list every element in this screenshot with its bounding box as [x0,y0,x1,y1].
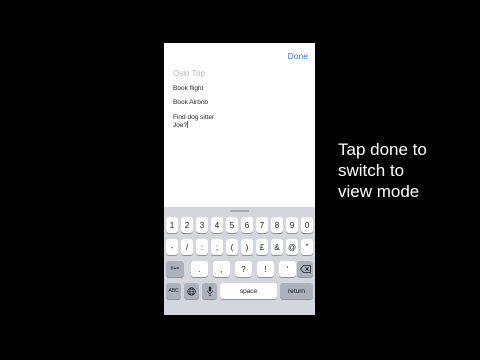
done-button[interactable]: Done [288,51,308,61]
caption-line-2: switch to [338,161,405,180]
notes-app-screen: Done Oslo Trip Book flight Book Airbnb F… [164,43,315,315]
key-hyphen[interactable]: - [166,239,178,255]
note-line-1[interactable]: Book flight [173,85,203,93]
delete-key[interactable] [297,261,313,277]
key-7[interactable]: 7 [256,217,268,233]
key-4[interactable]: 4 [211,217,223,233]
key-slash[interactable]: / [181,239,193,255]
instruction-caption: Tap done to switch to view mode [338,139,474,202]
keyboard-grabber [230,210,249,212]
dictation-key[interactable] [202,283,217,299]
key-0[interactable]: 0 [301,217,313,233]
navigation-bar: Done [164,43,315,67]
key-5[interactable]: 5 [226,217,238,233]
key-period[interactable]: . [191,261,208,277]
key-comma[interactable]: , [213,261,230,277]
key-exclamation[interactable]: ! [257,261,274,277]
key-at[interactable]: @ [286,239,298,255]
space-key[interactable]: space [220,283,277,299]
key-9[interactable]: 9 [286,217,298,233]
key-open-paren[interactable]: ( [226,239,238,255]
key-quote[interactable]: " [301,239,313,255]
globe-icon [187,286,196,296]
key-semicolon[interactable]: ; [211,239,223,255]
key-apostrophe[interactable]: ' [279,261,296,277]
note-line-4-text: Joe? [173,122,188,129]
note-line-4-with-cursor[interactable]: Joe? [173,121,189,130]
return-key[interactable]: return [280,283,313,299]
key-6[interactable]: 6 [241,217,253,233]
key-3[interactable]: 3 [196,217,208,233]
microphone-icon [206,286,213,296]
caption-line-1: Tap done to [338,140,427,159]
symbols-shift-key[interactable]: #+= [166,261,184,277]
note-line-2[interactable]: Book Airbnb [173,99,208,107]
text-cursor [187,121,189,128]
key-8[interactable]: 8 [271,217,283,233]
key-2[interactable]: 2 [181,217,193,233]
key-1[interactable]: 1 [166,217,178,233]
globe-key[interactable] [184,283,199,299]
abc-key[interactable]: ABC [166,283,181,299]
note-title-placeholder[interactable]: Oslo Trip [173,69,205,78]
caption-line-3: view mode [338,182,420,201]
key-close-paren[interactable]: ) [241,239,253,255]
backspace-icon [299,265,311,273]
key-ampersand[interactable]: & [271,239,283,255]
key-colon[interactable]: : [196,239,208,255]
key-question[interactable]: ? [235,261,252,277]
key-pound[interactable]: £ [256,239,268,255]
keyboard: 1 2 3 4 5 6 7 8 9 0 - / : ; ( ) £ & @ " … [164,207,315,315]
